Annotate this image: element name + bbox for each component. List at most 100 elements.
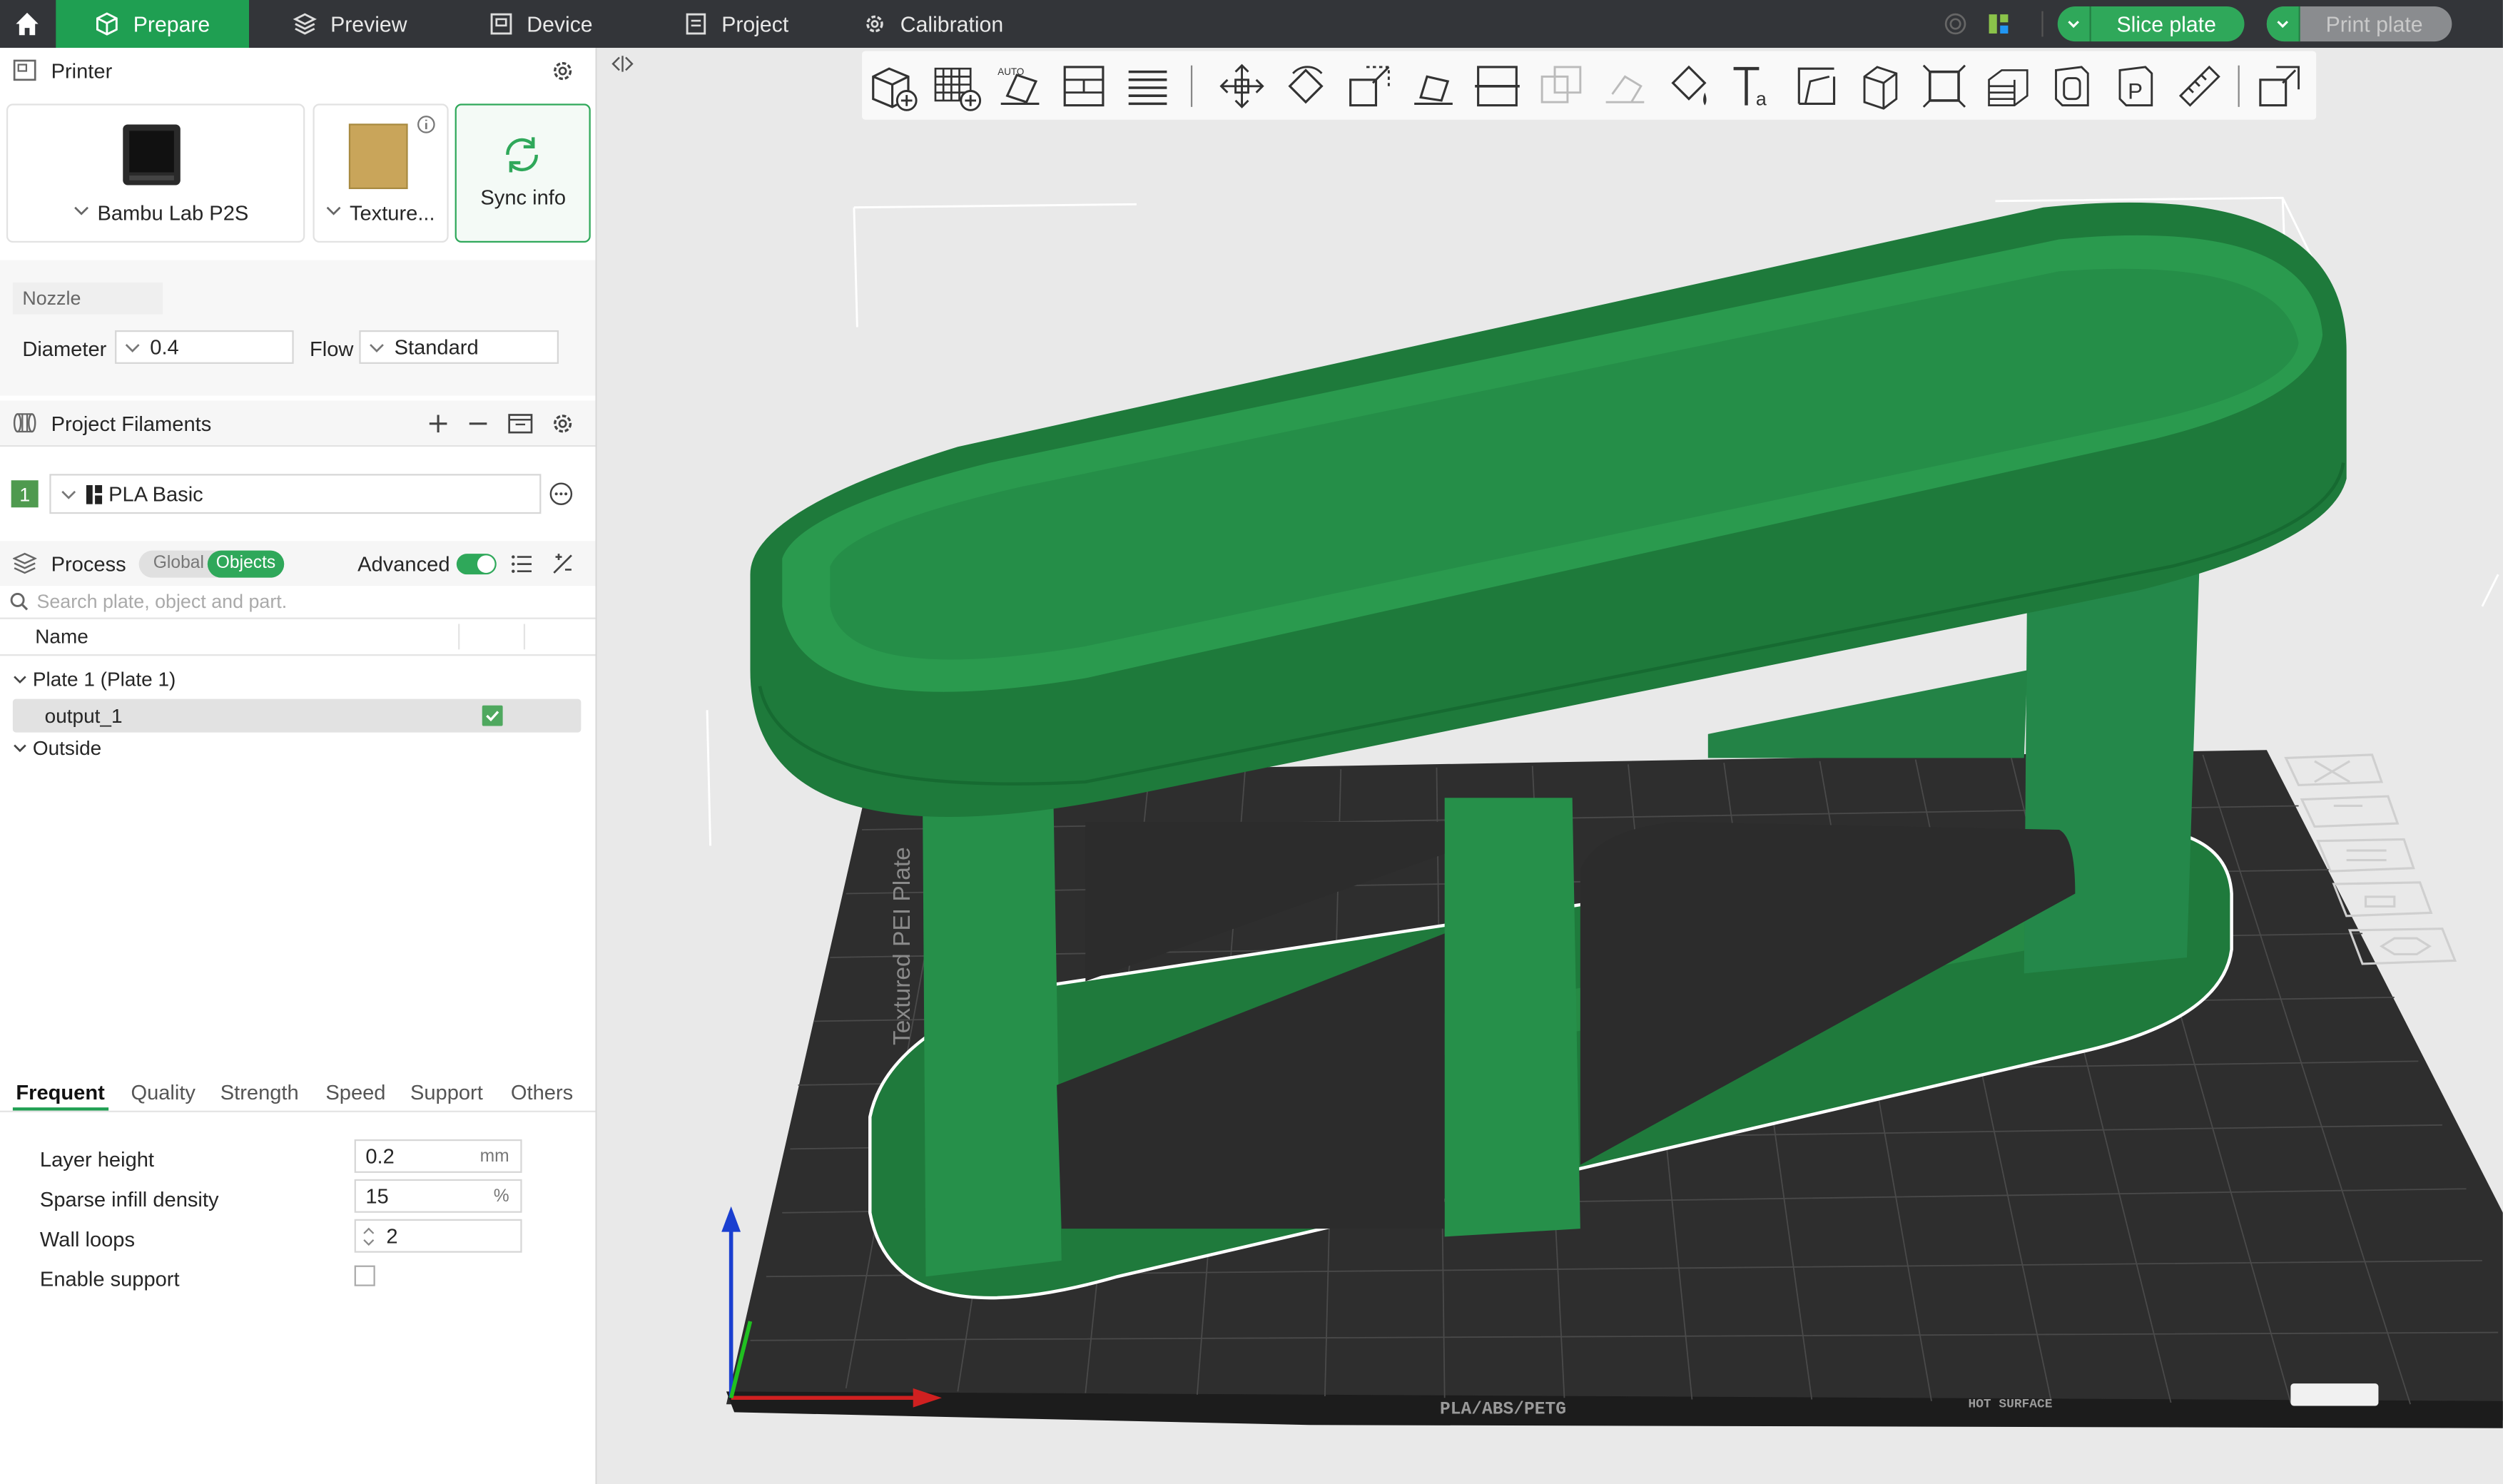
tab-frequent[interactable]: Frequent [16, 1080, 104, 1104]
compare-presets-icon[interactable] [551, 552, 575, 576]
print-plate-button[interactable]: Print plate [2266, 6, 2452, 42]
text-tool-icon[interactable]: a [1727, 61, 1779, 112]
tab-speed[interactable]: Speed [325, 1080, 385, 1104]
measure-box-icon[interactable] [1919, 61, 1970, 112]
printer-section-icon [13, 59, 36, 81]
plate-thumbnail-icon [348, 123, 408, 190]
wall-loops-value: 2 [386, 1224, 398, 1249]
scale-icon[interactable] [1344, 61, 1396, 112]
wall-loops-stepper[interactable]: 2 [354, 1219, 522, 1253]
plate-settings-p-icon[interactable]: P [2111, 61, 2162, 112]
filament-select[interactable]: PLA Basic [49, 474, 542, 514]
plate-arrange-icon[interactable] [2300, 795, 2400, 828]
object-search-input[interactable]: Search plate, object and part. [0, 585, 596, 619]
printer-dropdown-chevron-icon[interactable] [73, 204, 89, 217]
stepper-arrows-icon[interactable] [362, 1225, 375, 1247]
printer-selector-card[interactable]: Bambu Lab P2S [6, 103, 305, 243]
plate-orient-icon[interactable] [2316, 838, 2415, 873]
object-tree-row[interactable]: output_1 [12, 698, 582, 733]
arrange-icon[interactable] [1058, 61, 1110, 112]
tab-device-label: Device [527, 11, 593, 36]
remove-filament-icon[interactable] [467, 413, 488, 434]
variable-layer-height-icon[interactable] [1983, 61, 2034, 112]
tab-prepare-label: Prepare [133, 11, 210, 36]
add-plate-icon[interactable] [930, 61, 982, 112]
nozzle-title: Nozzle [12, 282, 163, 315]
3d-viewport[interactable]: Textured PEI Plate PLA/ABS/PETG HOT SURF… [596, 48, 2503, 1484]
flow-select[interactable]: Standard [359, 330, 559, 364]
tabs-divider [0, 1110, 596, 1112]
project-icon [686, 13, 706, 35]
add-object-icon[interactable] [867, 61, 918, 112]
plate-delete-icon[interactable] [2284, 753, 2384, 787]
multi-device-icon[interactable] [1987, 13, 2009, 35]
tab-others[interactable]: Others [511, 1080, 573, 1104]
toggle-objects[interactable]: Objects [207, 550, 285, 578]
infill-density-input[interactable]: 15 % [354, 1179, 522, 1213]
column-name-header[interactable]: Name [35, 626, 88, 648]
home-button[interactable] [0, 0, 54, 48]
sync-info-button[interactable]: Sync info [455, 103, 591, 243]
fuzzy-skin-icon[interactable] [1855, 61, 1907, 112]
network-status-icon[interactable] [1944, 13, 1966, 35]
tab-project[interactable]: Project [684, 0, 788, 48]
outside-tree-item[interactable]: Outside [13, 737, 102, 760]
move-icon[interactable] [1217, 61, 1268, 112]
chevron-down-icon [370, 343, 384, 352]
plate-material-text: PLA/ABS/PETG [1440, 1401, 1566, 1420]
plate-tree-item[interactable]: Plate 1 (Plate 1) [13, 669, 176, 691]
explode-view-icon[interactable] [2254, 61, 2305, 112]
scene-canvas[interactable]: Textured PEI Plate PLA/ABS/PETG HOT SURF… [597, 48, 2503, 1484]
tab-strength[interactable]: Strength [220, 1080, 299, 1104]
add-filament-icon[interactable] [428, 413, 449, 434]
lay-on-face-icon[interactable] [1408, 61, 1459, 112]
flow-label: Flow [310, 336, 354, 361]
filament-slot-index[interactable]: 1 [11, 480, 39, 508]
assembly-view-icon[interactable] [2046, 61, 2098, 112]
plate-dropdown-chevron-icon[interactable] [325, 204, 341, 217]
global-objects-toggle[interactable]: Global Objects [138, 550, 285, 578]
tab-calibration-label: Calibration [900, 11, 1004, 36]
outside-tree-label: Outside [32, 737, 102, 760]
tab-device[interactable]: Device [489, 0, 593, 48]
expand-chevron-icon[interactable] [13, 742, 27, 755]
tab-quality[interactable]: Quality [131, 1080, 196, 1104]
object-checkbox-checked-icon[interactable] [482, 705, 503, 726]
filament-settings-gear-icon[interactable] [551, 412, 575, 436]
slice-plate-button[interactable]: Slice plate [2057, 6, 2245, 42]
svg-text:AUTO: AUTO [997, 66, 1024, 77]
nozzle-section: Nozzle Diameter 0.4 Flow Standard [0, 260, 596, 396]
list-view-icon[interactable] [511, 554, 533, 574]
advanced-toggle[interactable] [456, 554, 497, 575]
object-list-header: Name [0, 619, 596, 656]
print-dropdown-icon[interactable] [2266, 6, 2300, 42]
split-layers-icon[interactable] [1122, 61, 1174, 112]
diameter-select[interactable]: 0.4 [115, 330, 294, 364]
toggle-global[interactable]: Global [153, 554, 204, 573]
process-section-header: Process Global Objects Advanced [0, 541, 596, 588]
tab-prepare[interactable]: Prepare [56, 0, 250, 49]
filament-list: 1 PLA Basic [0, 447, 596, 539]
measure-ruler-icon[interactable] [2174, 61, 2225, 112]
tab-calibration[interactable]: Calibration [862, 0, 1003, 48]
sync-info-label: Sync info [480, 185, 567, 209]
slice-dropdown-icon[interactable] [2058, 6, 2091, 42]
cut-icon[interactable] [1472, 61, 1523, 112]
seam-paint-icon[interactable] [1791, 61, 1842, 112]
info-icon[interactable] [417, 115, 436, 134]
boolean-icon[interactable] [1535, 61, 1587, 112]
printer-settings-gear-icon[interactable] [551, 59, 575, 83]
rotate-icon[interactable] [1280, 61, 1331, 112]
more-options-icon[interactable] [549, 482, 574, 506]
color-paint-icon[interactable] [1663, 61, 1715, 112]
tab-preview[interactable]: Preview [292, 0, 407, 48]
plate-type-card[interactable]: Texture... [313, 103, 449, 243]
home-icon [16, 12, 39, 36]
tab-support[interactable]: Support [410, 1080, 483, 1104]
layer-height-input[interactable]: 0.2 mm [354, 1139, 522, 1173]
expand-chevron-icon[interactable] [13, 674, 27, 686]
enable-support-checkbox[interactable] [354, 1265, 375, 1286]
support-paint-icon[interactable] [1600, 61, 1651, 112]
filament-sync-icon[interactable] [507, 412, 533, 436]
auto-orient-icon[interactable]: AUTO [995, 61, 1046, 112]
